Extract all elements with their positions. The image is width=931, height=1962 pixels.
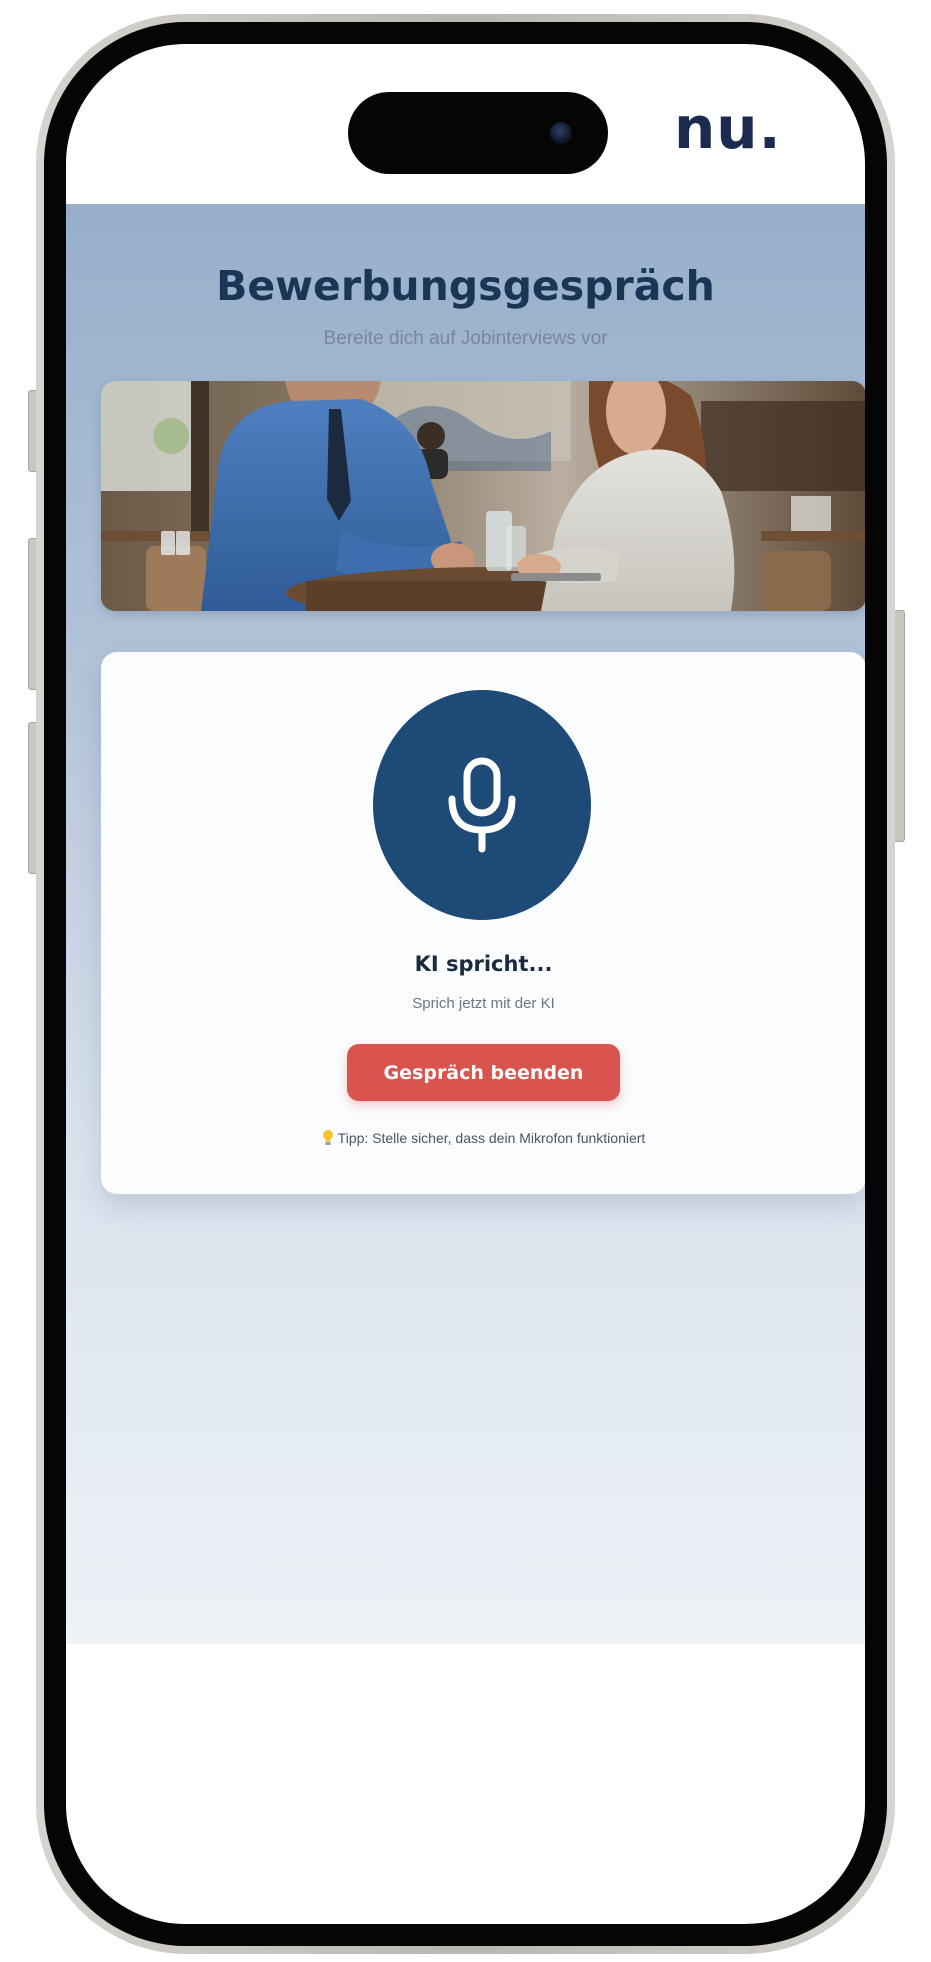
end-call-button[interactable]: Gespräch beenden — [347, 1044, 620, 1101]
interview-photo-illustration — [101, 381, 865, 611]
microphone-icon — [448, 757, 516, 853]
lightbulb-icon — [322, 1129, 334, 1149]
dynamic-island — [348, 92, 608, 174]
microphone-button[interactable] — [373, 690, 591, 920]
call-hint: Sprich jetzt mit der KI — [412, 995, 555, 1012]
tip-line: Tipp: Stelle sicher, dass dein Mikrofon … — [101, 1129, 865, 1149]
tip-text: Tipp: Stelle sicher, dass dein Mikrofon … — [337, 1130, 646, 1146]
brand-logo: nu. — [674, 94, 782, 162]
phone-screen: nu. Bewerbungsgespräch Bereite dich auf … — [66, 44, 865, 1924]
page-subtitle: Bereite dich auf Jobinterviews vor — [323, 328, 608, 349]
phone-bezel: nu. Bewerbungsgespräch Bereite dich auf … — [44, 22, 887, 1946]
page-title: Bewerbungsgespräch — [216, 262, 715, 310]
interview-photo — [101, 381, 865, 611]
call-status: KI spricht... — [414, 952, 553, 976]
phone-frame: nu. Bewerbungsgespräch Bereite dich auf … — [36, 14, 895, 1954]
call-card: KI spricht... Sprich jetzt mit der KI Ge… — [101, 652, 865, 1194]
interview-app: Bewerbungsgespräch Bereite dich auf Jobi… — [66, 204, 865, 1644]
front-camera-icon — [550, 122, 572, 144]
power-button — [894, 610, 905, 842]
